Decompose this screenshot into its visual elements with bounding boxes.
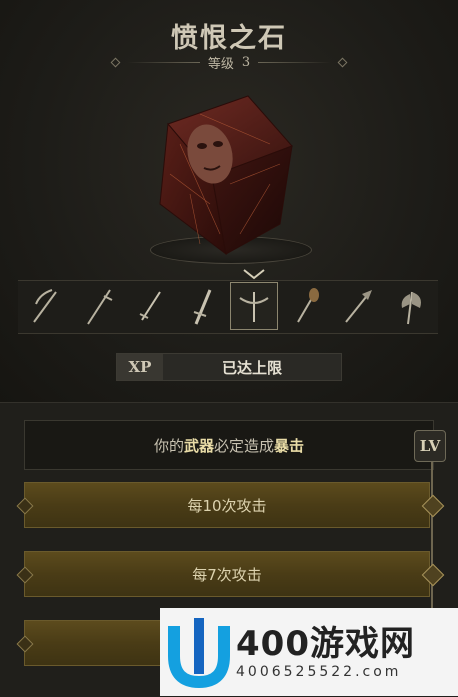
lv-badge: LV	[414, 430, 446, 462]
weapon-slot-polearm[interactable]	[74, 282, 122, 330]
crit-middle: 必定造成	[214, 436, 275, 455]
crit-weapon: 武器	[183, 436, 214, 455]
crossbow-icon	[239, 292, 269, 322]
divider	[258, 61, 332, 63]
weapon-slot-mace[interactable]	[282, 282, 330, 330]
watermark: 400游戏网 4006525522.com	[160, 608, 458, 696]
weapon-slot-scythe[interactable]	[22, 282, 70, 330]
mace-icon	[297, 288, 319, 323]
level-label: 等级	[207, 56, 234, 72]
upgrade-option[interactable]: 每10次攻击	[24, 482, 430, 528]
polearm-icon	[87, 289, 113, 325]
weapon-slot-sword[interactable]	[126, 282, 174, 330]
divider	[127, 61, 200, 63]
brand-logo-icon	[168, 618, 230, 689]
xp-bar: XP 已达上限	[116, 353, 342, 381]
item-title: 愤恨之石	[171, 23, 287, 54]
crit-prefix: 你的	[153, 436, 184, 455]
selected-chevron-icon	[243, 269, 265, 280]
xp-status: 已达上限	[221, 358, 282, 377]
weapon-slot-axe[interactable]	[386, 282, 434, 330]
scythe-icon	[33, 289, 57, 323]
sword-icon	[139, 291, 161, 321]
weapon-slot-greatsword[interactable]	[178, 282, 226, 330]
crit-effect: 暴击	[274, 436, 305, 455]
axe-icon	[401, 291, 421, 325]
crit-description: 你的 武器 必定造成 暴击	[24, 420, 434, 470]
watermark-brand: 400游戏网	[236, 624, 415, 664]
cube-with-face-icon	[140, 84, 320, 264]
halberd-icon	[345, 290, 372, 323]
ornament-diamond-icon	[337, 57, 348, 67]
watermark-url: 4006525522.com	[236, 664, 402, 680]
level-value: 3	[241, 54, 251, 70]
weapon-slot-crossbow[interactable]	[230, 282, 278, 330]
ornament-diamond-icon	[110, 57, 121, 67]
level-row: 等级 3	[110, 53, 348, 72]
upgrade-option[interactable]: 每7次攻击	[24, 551, 430, 597]
xp-tag: XP	[117, 354, 163, 380]
greatsword-icon	[193, 289, 212, 325]
weapon-slot-halberd[interactable]	[334, 282, 382, 330]
